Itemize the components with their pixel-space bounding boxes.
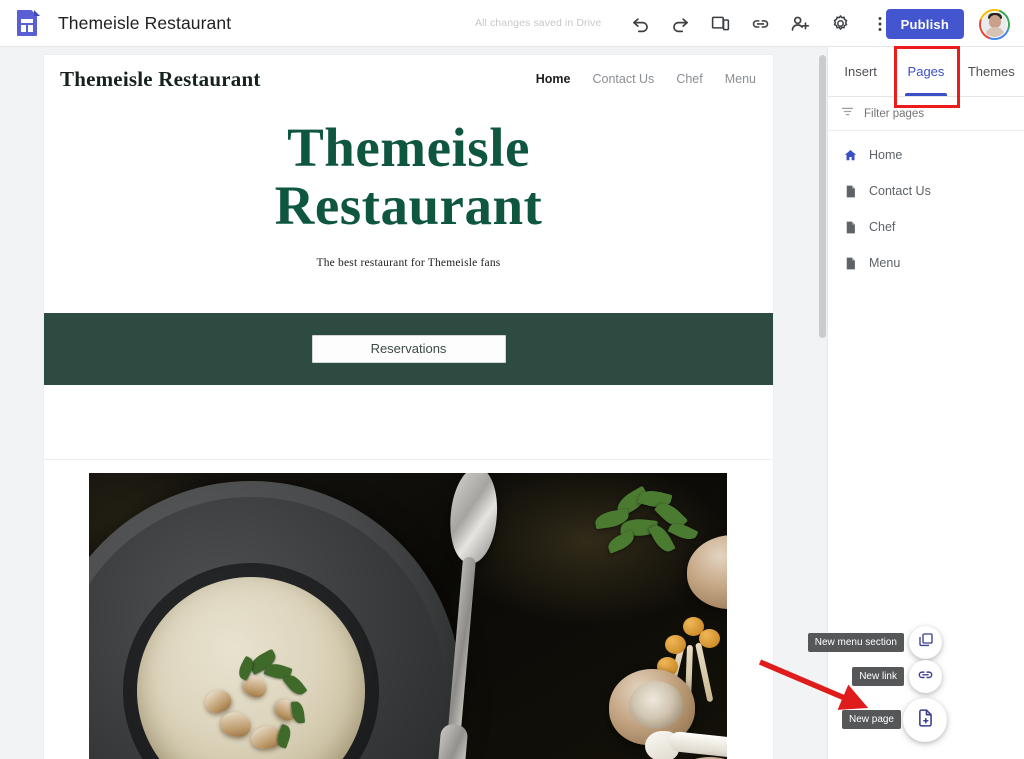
- page-icon: [842, 255, 858, 271]
- hero-section[interactable]: Themeisle Restaurant The best restaurant…: [44, 103, 773, 313]
- page-list-item-home[interactable]: Home: [828, 137, 1024, 173]
- nav-link-contact-us[interactable]: Contact Us: [592, 72, 654, 86]
- page-list: Home Contact Us Chef Menu: [828, 131, 1024, 281]
- new-link-icon: [916, 665, 935, 689]
- nav-link-menu[interactable]: Menu: [725, 72, 756, 86]
- site-page-sheet: Themeisle Restaurant Home Contact Us Che…: [44, 55, 773, 759]
- redo-icon[interactable]: [668, 12, 692, 36]
- page-list-item-chef[interactable]: Chef: [828, 209, 1024, 245]
- undo-icon[interactable]: [628, 12, 652, 36]
- tooltip-new-menu-section: New menu section: [807, 633, 904, 652]
- nav-link-chef[interactable]: Chef: [676, 72, 702, 86]
- tooltip-new-link: New link: [852, 667, 904, 686]
- new-page-button[interactable]: [903, 698, 947, 742]
- avatar[interactable]: [979, 9, 1010, 40]
- tab-pages[interactable]: Pages: [893, 47, 958, 96]
- filter-icon: [840, 104, 855, 124]
- settings-gear-icon[interactable]: [828, 12, 852, 36]
- top-app-bar: Themeisle Restaurant All changes saved i…: [0, 0, 1024, 47]
- new-link-button[interactable]: [909, 660, 942, 693]
- page-list-item-label: Home: [869, 148, 903, 162]
- document-title[interactable]: Themeisle Restaurant: [58, 13, 231, 34]
- toolbar-icons: [628, 0, 892, 47]
- page-list-item-label: Chef: [869, 220, 896, 234]
- canvas-scrollbar-thumb[interactable]: [819, 55, 826, 338]
- page-list-item-contact-us[interactable]: Contact Us: [828, 173, 1024, 209]
- site-nav: Home Contact Us Chef Menu: [536, 72, 756, 86]
- page-icon: [842, 219, 858, 235]
- google-sites-editor: Themeisle Restaurant All changes saved i…: [0, 0, 1024, 759]
- google-sites-icon[interactable]: [14, 8, 40, 38]
- tab-themes[interactable]: Themes: [959, 47, 1024, 96]
- new-menu-section-button[interactable]: [909, 626, 942, 659]
- publish-button[interactable]: Publish: [885, 9, 964, 39]
- panel-tabs: Insert Pages Themes: [828, 46, 1024, 108]
- new-page-icon: [914, 707, 936, 734]
- tooltip-new-page: New page: [841, 710, 901, 729]
- page-list-item-label: Contact Us: [869, 184, 931, 198]
- home-icon: [842, 147, 858, 163]
- hero-title: Themeisle Restaurant: [274, 117, 543, 237]
- site-brand[interactable]: Themeisle Restaurant: [60, 67, 261, 92]
- site-header: Themeisle Restaurant Home Contact Us Che…: [44, 55, 773, 103]
- page-icon: [842, 183, 858, 199]
- page-list-item-menu[interactable]: Menu: [828, 245, 1024, 281]
- page-action-buttons: New menu section New link New page: [804, 619, 1024, 759]
- filter-pages-input[interactable]: [864, 107, 984, 120]
- save-status: All changes saved in Drive: [475, 17, 602, 29]
- food-photo: [89, 472, 727, 759]
- reservations-button[interactable]: Reservations: [311, 334, 506, 363]
- image-section[interactable]: [44, 460, 773, 759]
- hero-subtitle: The best restaurant for Themeisle fans: [316, 256, 501, 269]
- page-list-item-label: Menu: [869, 256, 901, 270]
- new-menu-section-icon: [917, 631, 935, 654]
- link-icon[interactable]: [748, 12, 772, 36]
- filter-pages-row[interactable]: [828, 97, 1024, 131]
- cta-band: Reservations: [44, 312, 773, 385]
- site-canvas[interactable]: Themeisle Restaurant Home Contact Us Che…: [0, 47, 827, 759]
- share-icon[interactable]: [788, 12, 812, 36]
- nav-link-home[interactable]: Home: [536, 72, 571, 86]
- preview-icon[interactable]: [708, 12, 732, 36]
- tab-insert[interactable]: Insert: [828, 47, 893, 96]
- empty-section[interactable]: [44, 384, 773, 460]
